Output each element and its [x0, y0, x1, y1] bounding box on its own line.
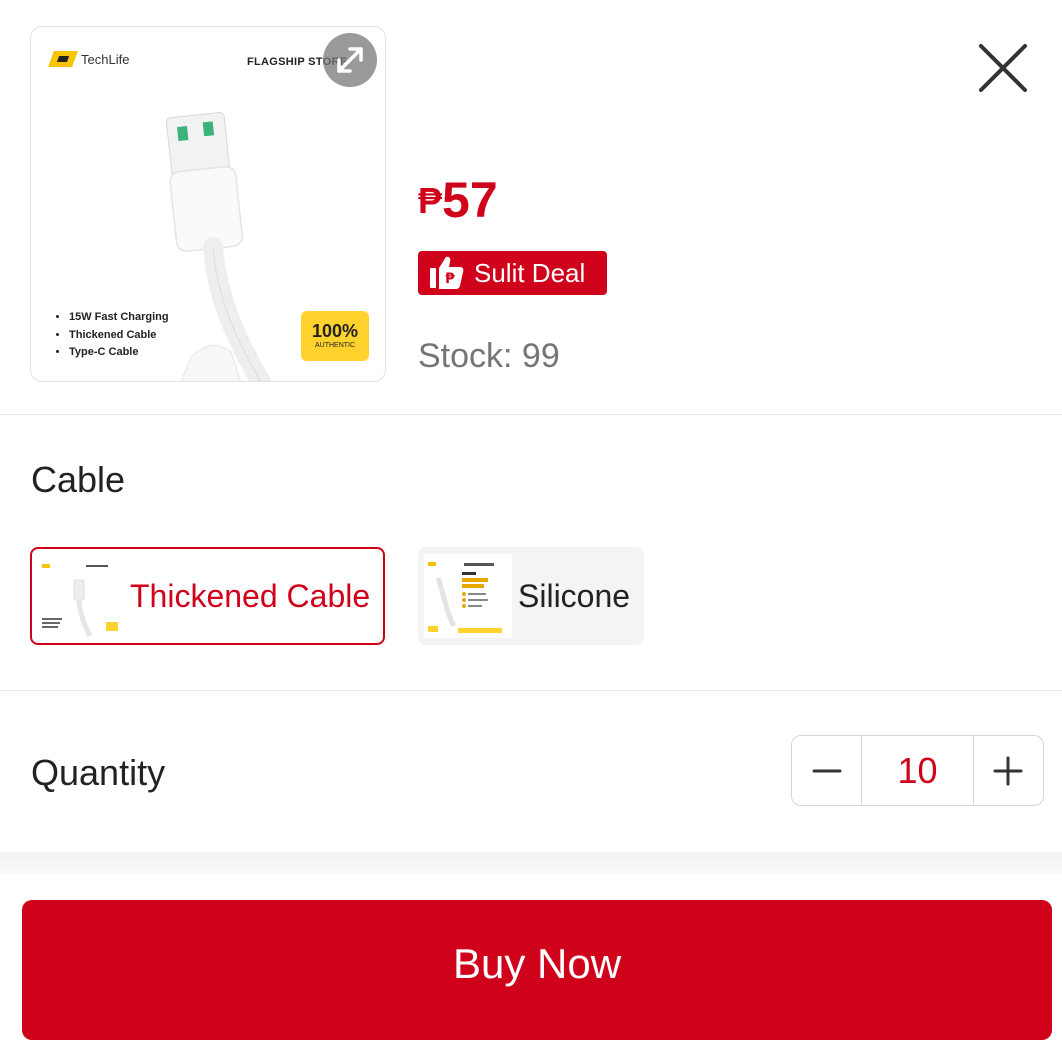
- authentic-badge: 100% AUTHENTIC: [301, 311, 369, 361]
- decrement-button[interactable]: [792, 736, 861, 805]
- quantity-title: Quantity: [31, 752, 166, 793]
- buy-now-button[interactable]: Buy Now: [22, 900, 1052, 1040]
- variant-section-title: Cable: [31, 459, 126, 500]
- feature-item: Thickened Cable: [69, 327, 169, 345]
- footer-separator: [0, 852, 1062, 874]
- cable-illustration: [165, 112, 271, 381]
- thumbs-up-peso-icon: ₱: [430, 256, 464, 289]
- divider: [0, 414, 1062, 415]
- deal-label: Sulit Deal: [474, 258, 586, 288]
- svg-text:₱: ₱: [445, 271, 455, 287]
- divider: [0, 690, 1062, 691]
- quantity-input[interactable]: 10: [861, 736, 974, 805]
- stock-count: Stock: 99: [418, 337, 560, 375]
- variant-thumbnail-image: [428, 562, 502, 633]
- product-image[interactable]: TechLife FLAGSHIP STORE 15W Fast Chargin…: [30, 26, 386, 382]
- currency-symbol: ₱: [418, 180, 443, 221]
- variant-thumbnail: [36, 554, 124, 638]
- feature-item: 15W Fast Charging: [69, 309, 169, 327]
- variant-option-silicone[interactable]: Silicone: [418, 547, 644, 645]
- sulit-deal-badge: ₱ Sulit Deal: [418, 251, 607, 295]
- variant-option-thickened-cable[interactable]: Thickened Cable: [30, 547, 385, 645]
- product-options-sheet: TechLife FLAGSHIP STORE 15W Fast Chargin…: [0, 0, 1062, 1040]
- expand-icon: [337, 47, 363, 73]
- brand-mark-icon: [48, 51, 78, 67]
- brand-logo: TechLife: [48, 51, 130, 67]
- authentic-badge-sub: AUTHENTIC: [314, 342, 356, 349]
- variant-label: Silicone: [518, 577, 631, 614]
- brand-name: TechLife: [81, 51, 130, 67]
- feature-list: 15W Fast Charging Thickened Cable Type-C…: [55, 309, 169, 362]
- close-button[interactable]: [975, 40, 1031, 96]
- minus-icon: [812, 769, 842, 772]
- product-price: ₱57: [418, 170, 498, 231]
- plus-icon: [993, 756, 1023, 785]
- expand-image-button[interactable]: [323, 33, 377, 87]
- increment-button[interactable]: [974, 736, 1043, 805]
- authentic-badge-main: 100%: [311, 321, 359, 341]
- price-value: 57: [442, 172, 498, 228]
- close-icon: [979, 44, 1027, 92]
- variant-thumbnail: [424, 554, 512, 638]
- quantity-stepper: 10: [791, 735, 1044, 806]
- feature-item: Type-C Cable: [69, 344, 169, 362]
- variant-thumbnail-image: [42, 564, 118, 638]
- variant-label: Thickened Cable: [130, 577, 371, 614]
